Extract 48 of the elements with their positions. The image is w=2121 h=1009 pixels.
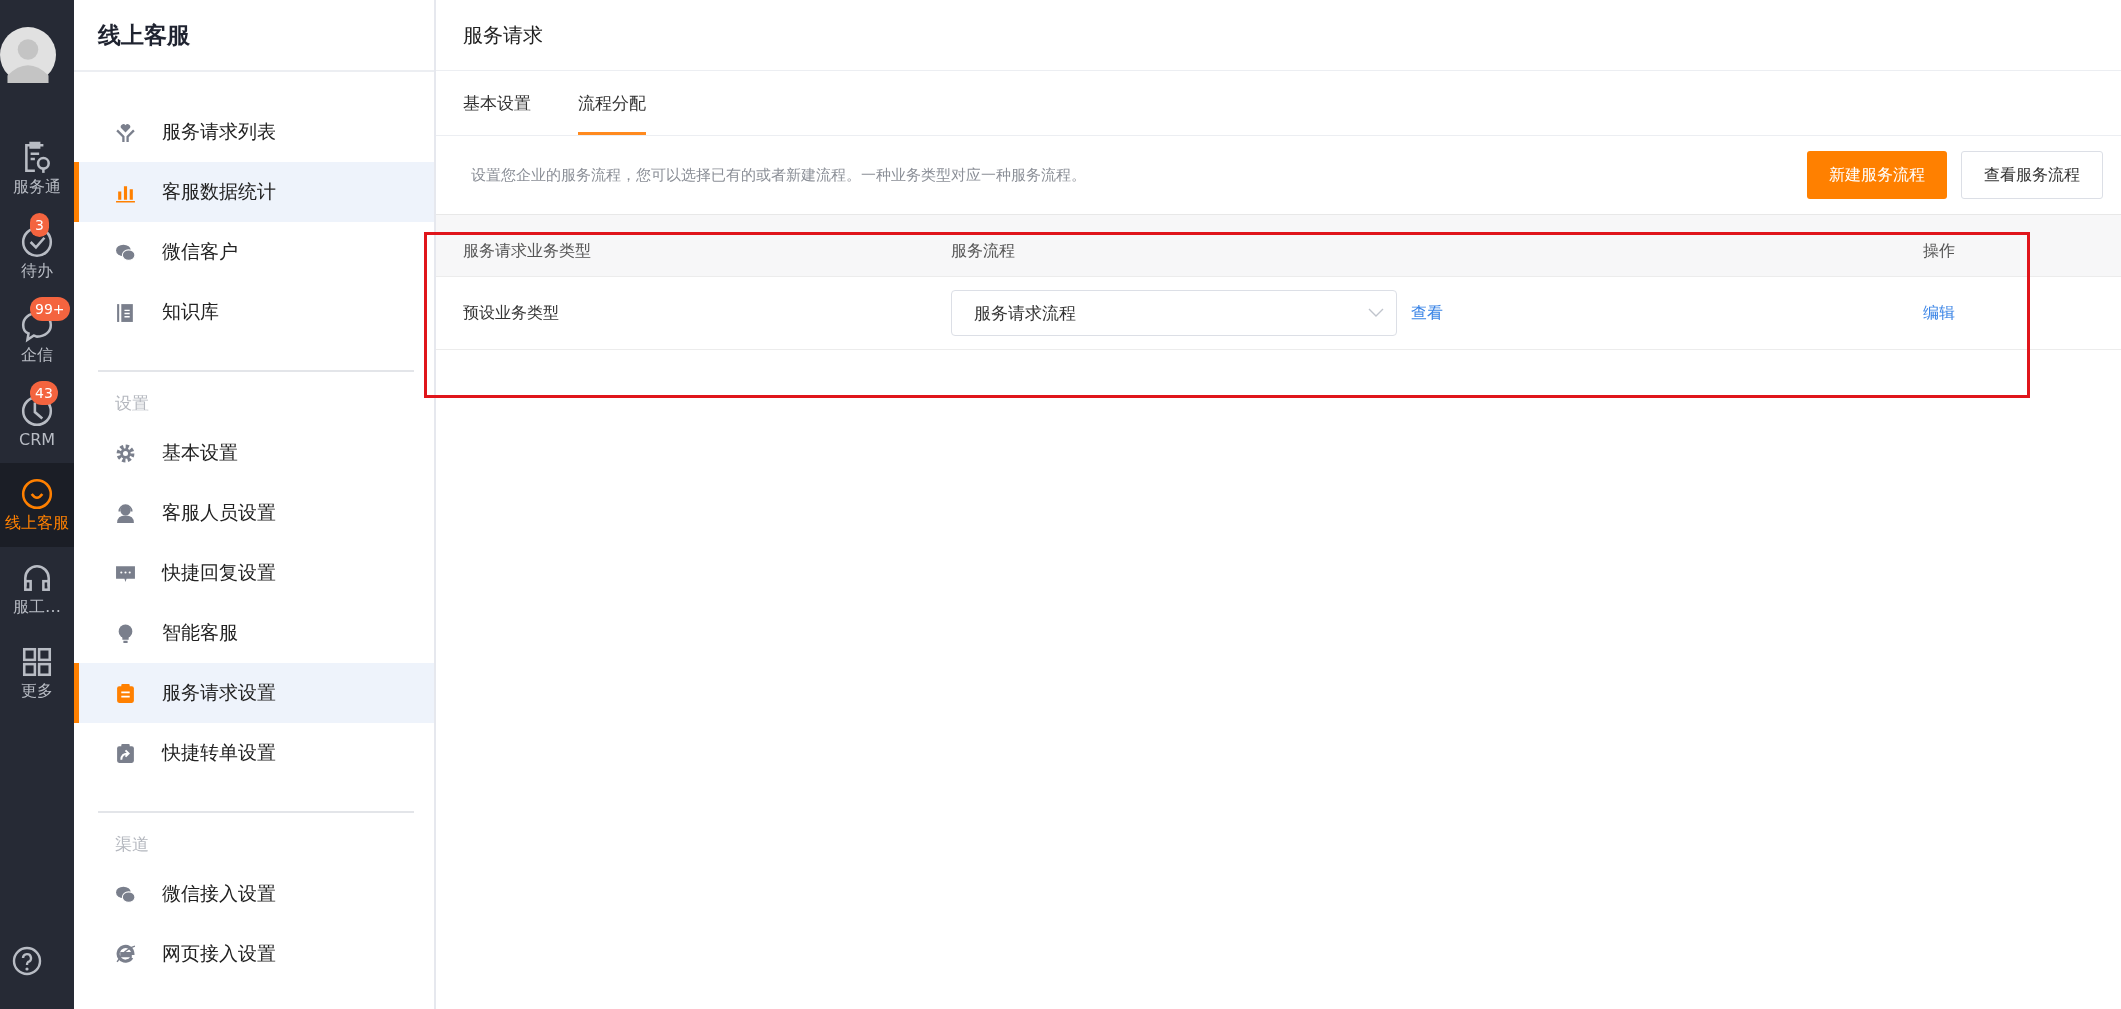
action-button[interactable]: 查看服务流程 <box>1961 151 2103 199</box>
person-headset-icon <box>115 502 136 524</box>
sidebar-item[interactable]: 知识库 <box>74 282 434 342</box>
sidebar-item[interactable]: 微信客户 <box>74 222 434 282</box>
rail-item[interactable]: 线上客服 <box>0 463 74 547</box>
count-badge: 3 <box>30 213 49 237</box>
sidebar-item[interactable]: 基本设置 <box>74 423 434 483</box>
heart-hands-icon <box>115 121 136 143</box>
rail-item[interactable]: 99+ 企信 <box>0 295 74 379</box>
sidebar-item[interactable]: 客服人员设置 <box>74 483 434 543</box>
help-icon[interactable] <box>11 945 43 977</box>
sidebar-item[interactable]: 智能客服 <box>74 603 434 663</box>
gear-icon <box>115 442 136 464</box>
browser-e-icon <box>115 943 136 965</box>
rail-item[interactable]: 服务通 <box>0 127 74 211</box>
page-title: 服务请求 <box>463 21 543 49</box>
column-header: 服务流程 <box>951 241 1016 262</box>
table-cell-text: 预设业务类型 <box>463 302 560 324</box>
tab[interactable]: 基本设置 <box>463 71 531 135</box>
section-heading: 渠道 <box>114 833 150 856</box>
edit-link[interactable]: 编辑 <box>1923 302 1955 322</box>
avatar[interactable] <box>0 27 56 83</box>
description-text: 设置您企业的服务流程，您可以选择已有的或者新建流程。一种业务类型对应一种服务流程。 <box>471 165 1086 185</box>
sidebar-item[interactable]: 客服数据统计 <box>74 162 434 222</box>
sidebar-item[interactable]: 快捷转单设置 <box>74 723 434 783</box>
tab[interactable]: 流程分配 <box>578 71 646 135</box>
chevron-down-icon <box>1368 308 1384 318</box>
book-icon <box>115 301 136 323</box>
column-header: 操作 <box>1923 241 1956 262</box>
view-link[interactable]: 查看 <box>1411 302 1443 324</box>
clipboard-icon <box>115 682 136 704</box>
section-heading: 设置 <box>114 392 150 415</box>
smile-icon <box>20 476 54 511</box>
rail-item[interactable]: 3 待办 <box>0 211 74 295</box>
sidebar-item[interactable]: 服务请求设置 <box>74 663 434 723</box>
sidebar-title: 线上客服 <box>98 20 190 50</box>
rail-item[interactable]: 服工… <box>0 547 74 631</box>
sidebar-item[interactable]: 服务请求列表 <box>74 102 434 162</box>
rail-item[interactable]: 更多 <box>0 631 74 715</box>
sidebar-item[interactable]: 快捷回复设置 <box>74 543 434 603</box>
rail-item[interactable]: 43 CRM <box>0 379 74 463</box>
column-header: 服务请求业务类型 <box>463 241 592 262</box>
flow-select[interactable]: 服务请求流程 <box>951 290 1397 336</box>
clipboard-share-icon <box>115 742 136 764</box>
count-badge: 43 <box>30 381 58 405</box>
sidebar-item[interactable]: 网页接入设置 <box>74 924 434 984</box>
count-badge: 99+ <box>30 297 70 321</box>
sidebar-item[interactable]: 微信接入设置 <box>74 864 434 924</box>
